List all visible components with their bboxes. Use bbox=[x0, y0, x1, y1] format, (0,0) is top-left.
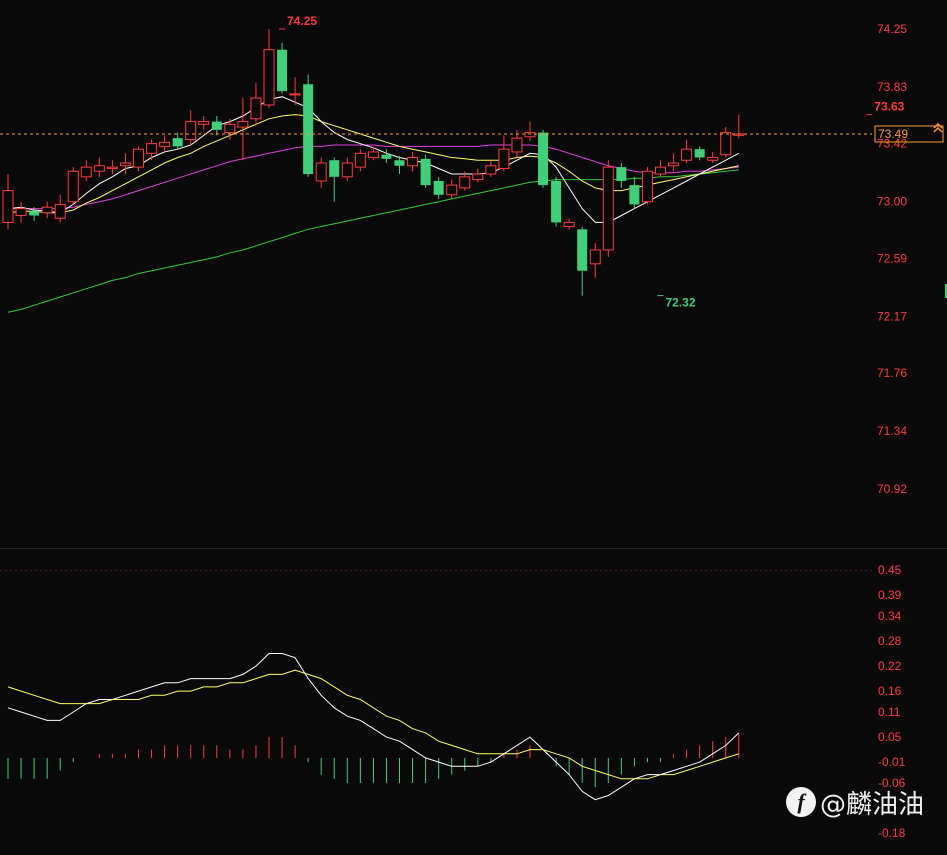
candle-body-up bbox=[80, 166, 92, 178]
candle-body-up bbox=[93, 165, 105, 172]
candle-body-up bbox=[119, 162, 131, 167]
candle-body-up bbox=[263, 49, 275, 106]
price-axis-tick-label: 72.17 bbox=[877, 309, 907, 323]
candle-body-up bbox=[250, 97, 262, 120]
candle-body-up bbox=[602, 166, 614, 251]
watermark-text: @麟油油 bbox=[820, 789, 925, 820]
candle-body-down bbox=[538, 132, 549, 186]
candle-body-up bbox=[159, 141, 171, 147]
candle-body-down bbox=[694, 149, 705, 158]
candle-body-up bbox=[133, 148, 144, 168]
candle-body-up bbox=[67, 170, 79, 203]
candle-body-up bbox=[146, 143, 158, 154]
candle-body-up bbox=[511, 137, 523, 153]
candle-body-up bbox=[524, 132, 536, 138]
price-axis-tick-label: 74.25 bbox=[877, 22, 907, 36]
macd-axis-tick-label: -0.01 bbox=[878, 755, 906, 769]
candle-body-down bbox=[616, 167, 627, 181]
candle-body-up bbox=[106, 166, 118, 170]
price-axis-tick-label: 70.92 bbox=[877, 482, 907, 496]
candle-body-up bbox=[681, 148, 693, 161]
candle-body-up bbox=[354, 152, 366, 168]
candle-body-down bbox=[29, 211, 40, 216]
candle-body-down bbox=[381, 154, 392, 159]
candlestick-chart: 74.2573.8373.4273.0072.5972.1771.7671.34… bbox=[0, 14, 947, 840]
high-marker-label: 74.25 bbox=[287, 14, 317, 28]
ma10-line bbox=[7, 114, 739, 214]
candle-body-up bbox=[459, 176, 471, 189]
price-axis-tick-label: 71.34 bbox=[877, 424, 907, 438]
macd-axis-tick-label: 0.28 bbox=[878, 634, 902, 648]
macd-axis-tick-label: 0.05 bbox=[878, 730, 902, 744]
candle-body-up bbox=[655, 166, 666, 175]
candle-body-down bbox=[303, 84, 314, 175]
candle-body-up bbox=[367, 151, 379, 158]
candle-body-up bbox=[237, 121, 249, 128]
price-axis-tick-label: 71.76 bbox=[877, 366, 907, 380]
candle-body-down bbox=[172, 138, 183, 147]
candle-body-up bbox=[472, 173, 484, 181]
macd-axis-tick-label: 0.22 bbox=[878, 659, 902, 673]
candle-body-up bbox=[589, 249, 601, 265]
price-axis-tick-label: 73.00 bbox=[877, 195, 907, 209]
candle-body-up bbox=[485, 165, 497, 175]
candle-body-up bbox=[341, 162, 353, 178]
candle-body-down bbox=[329, 160, 340, 177]
candle-body-down bbox=[420, 158, 431, 186]
candle-body-down bbox=[551, 180, 562, 223]
watermark: f @麟油油 bbox=[786, 782, 924, 822]
up-arrow-icon bbox=[933, 122, 943, 133]
candle-body-up bbox=[15, 208, 27, 216]
macd-axis-tick-label: 0.16 bbox=[878, 684, 902, 698]
ma60-line bbox=[7, 169, 739, 313]
candle-body-up bbox=[563, 221, 575, 228]
candle-body-up bbox=[407, 156, 419, 167]
candle-body-up bbox=[315, 162, 327, 182]
macd-axis-tick-label: 0.45 bbox=[878, 563, 902, 577]
candle-body-up bbox=[289, 93, 301, 96]
candle-body-up bbox=[668, 162, 680, 167]
candle-body-down bbox=[394, 160, 405, 166]
candle-body-down bbox=[277, 49, 288, 92]
macd-axis-tick-label: 0.34 bbox=[878, 609, 902, 623]
price-axis-tick-label: 72.59 bbox=[877, 251, 907, 265]
watermark-logo-icon: f bbox=[786, 787, 816, 817]
candle-body-up bbox=[720, 132, 732, 156]
macd-axis-tick-label: 0.11 bbox=[878, 705, 901, 719]
recent-high-marker-label: 73.63 bbox=[874, 100, 904, 114]
candle-body-down bbox=[629, 185, 640, 205]
candle-body-up bbox=[707, 156, 719, 161]
candle-body-up bbox=[41, 206, 53, 214]
last-price-label: 73.49 bbox=[878, 127, 908, 141]
candle-body-up bbox=[446, 184, 458, 196]
candle-body-down bbox=[577, 229, 588, 271]
candle-body-up bbox=[224, 123, 236, 134]
low-marker-label: 72.32 bbox=[666, 296, 696, 310]
candle-body-up bbox=[198, 121, 210, 125]
candle-body-up bbox=[185, 121, 197, 141]
candle-body-down bbox=[211, 121, 222, 130]
macd-axis-tick-label: -0.18 bbox=[878, 826, 906, 840]
candle-body-up bbox=[2, 190, 14, 223]
price-axis-tick-label: 73.83 bbox=[877, 80, 907, 94]
macd-axis-tick-label: 0.39 bbox=[878, 588, 902, 602]
candle-body-up bbox=[54, 203, 66, 219]
candle-body-up bbox=[498, 148, 510, 170]
candle-body-up bbox=[641, 170, 653, 203]
candle-body-down bbox=[433, 180, 444, 195]
